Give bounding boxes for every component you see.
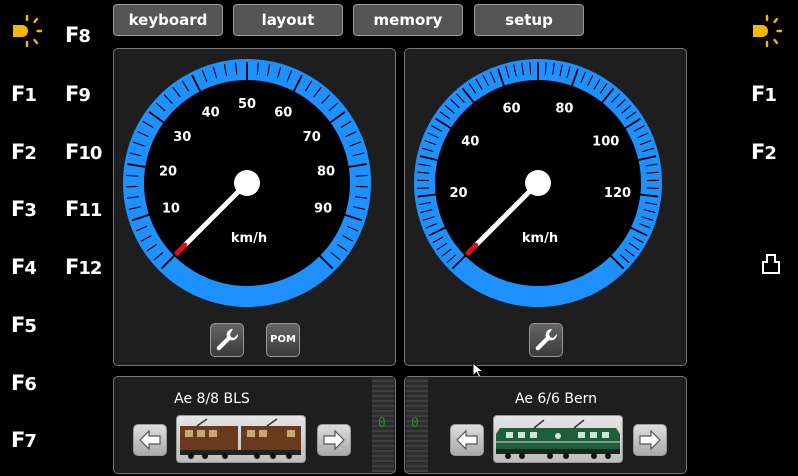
speed-tick-label: 100 xyxy=(592,134,619,149)
setup-button[interactable]: setup xyxy=(474,4,584,36)
function-key-f3[interactable]: F3 xyxy=(11,197,37,221)
locomotive-image xyxy=(496,419,620,459)
speed-tick-label: 20 xyxy=(159,164,177,179)
speed-unit-label: km/h xyxy=(522,231,558,246)
speedometer-1[interactable]: 10 20 30 40 50 60 70 80 90 km/h xyxy=(113,48,396,328)
keyboard-button[interactable]: keyboard xyxy=(113,4,223,36)
gauge-tick xyxy=(646,187,659,189)
function-key-f2[interactable]: F2 xyxy=(11,140,37,164)
light-bulb-icon[interactable] xyxy=(750,14,784,48)
function-key-f1[interactable]: F1 xyxy=(11,82,37,106)
gauge-tick xyxy=(417,187,430,189)
speed-unit-label: km/h xyxy=(231,231,267,246)
speed-tick-label: 80 xyxy=(555,101,573,116)
wrench-icon xyxy=(535,328,558,351)
arrow-right-icon xyxy=(323,429,345,451)
speed-tick-label: 90 xyxy=(314,202,332,217)
gauge-tick xyxy=(126,174,139,177)
function-key-f2-right[interactable]: F2 xyxy=(751,140,777,164)
gauge-tick xyxy=(355,174,368,177)
direction-reverse-button-1[interactable] xyxy=(133,424,167,456)
locomotive-image xyxy=(180,418,301,459)
gauge-hub xyxy=(525,170,551,196)
speed-tick-label: 20 xyxy=(449,186,467,201)
loco-image-1[interactable] xyxy=(176,415,306,463)
function-key-f12[interactable]: F12 xyxy=(65,255,102,279)
function-key-f4[interactable]: F4 xyxy=(11,255,37,279)
speed-tick-label: 60 xyxy=(503,101,521,116)
function-key-f5[interactable]: F5 xyxy=(11,313,37,337)
speed-step-value-2: 0 xyxy=(411,416,419,431)
function-key-f6[interactable]: F6 xyxy=(11,371,37,395)
function-key-f11[interactable]: F11 xyxy=(65,197,102,221)
speed-tick-label: 10 xyxy=(162,202,180,217)
speed-step-value-1: 0 xyxy=(378,416,386,431)
speed-tick-label: 70 xyxy=(303,130,321,145)
direction-forward-button-1[interactable] xyxy=(317,424,351,456)
function-key-f1-right[interactable]: F1 xyxy=(751,82,777,106)
loco-image-2[interactable] xyxy=(493,415,623,463)
arrow-left-icon xyxy=(456,429,478,451)
pom-button[interactable]: POM xyxy=(266,323,300,357)
function-key-f9[interactable]: F9 xyxy=(65,82,91,106)
speed-tick-label: 80 xyxy=(317,164,335,179)
speed-tick-label: 50 xyxy=(238,97,256,112)
gauge-hub xyxy=(234,170,260,196)
coupler-icon[interactable] xyxy=(760,252,782,276)
function-key-f7[interactable]: F7 xyxy=(11,428,37,452)
light-bulb-icon[interactable] xyxy=(10,14,44,48)
layout-button[interactable]: layout xyxy=(233,4,343,36)
speed-tick-label: 40 xyxy=(461,134,479,149)
direction-forward-button-2[interactable] xyxy=(633,424,667,456)
arrow-right-icon xyxy=(639,429,661,451)
wrench-button-1[interactable] xyxy=(210,323,244,357)
direction-reverse-button-2[interactable] xyxy=(450,424,484,456)
function-key-f10[interactable]: F10 xyxy=(65,140,102,164)
wrench-icon xyxy=(216,328,239,351)
loco-name-2: Ae 6/6 Bern xyxy=(515,391,597,407)
wrench-button-2[interactable] xyxy=(529,323,563,357)
speedometer-2[interactable]: 20 40 60 80 100 120 km/h xyxy=(404,48,687,328)
arrow-left-icon xyxy=(139,429,161,451)
speed-tick-label: 60 xyxy=(274,106,292,121)
function-key-f8[interactable]: F8 xyxy=(65,23,91,47)
speed-tick-label: 40 xyxy=(202,106,220,121)
speed-tick-label: 30 xyxy=(173,130,191,145)
loco-name-1: Ae 8/8 BLS xyxy=(174,391,250,407)
memory-button[interactable]: memory xyxy=(353,4,463,36)
speed-tick-label: 120 xyxy=(604,186,631,201)
